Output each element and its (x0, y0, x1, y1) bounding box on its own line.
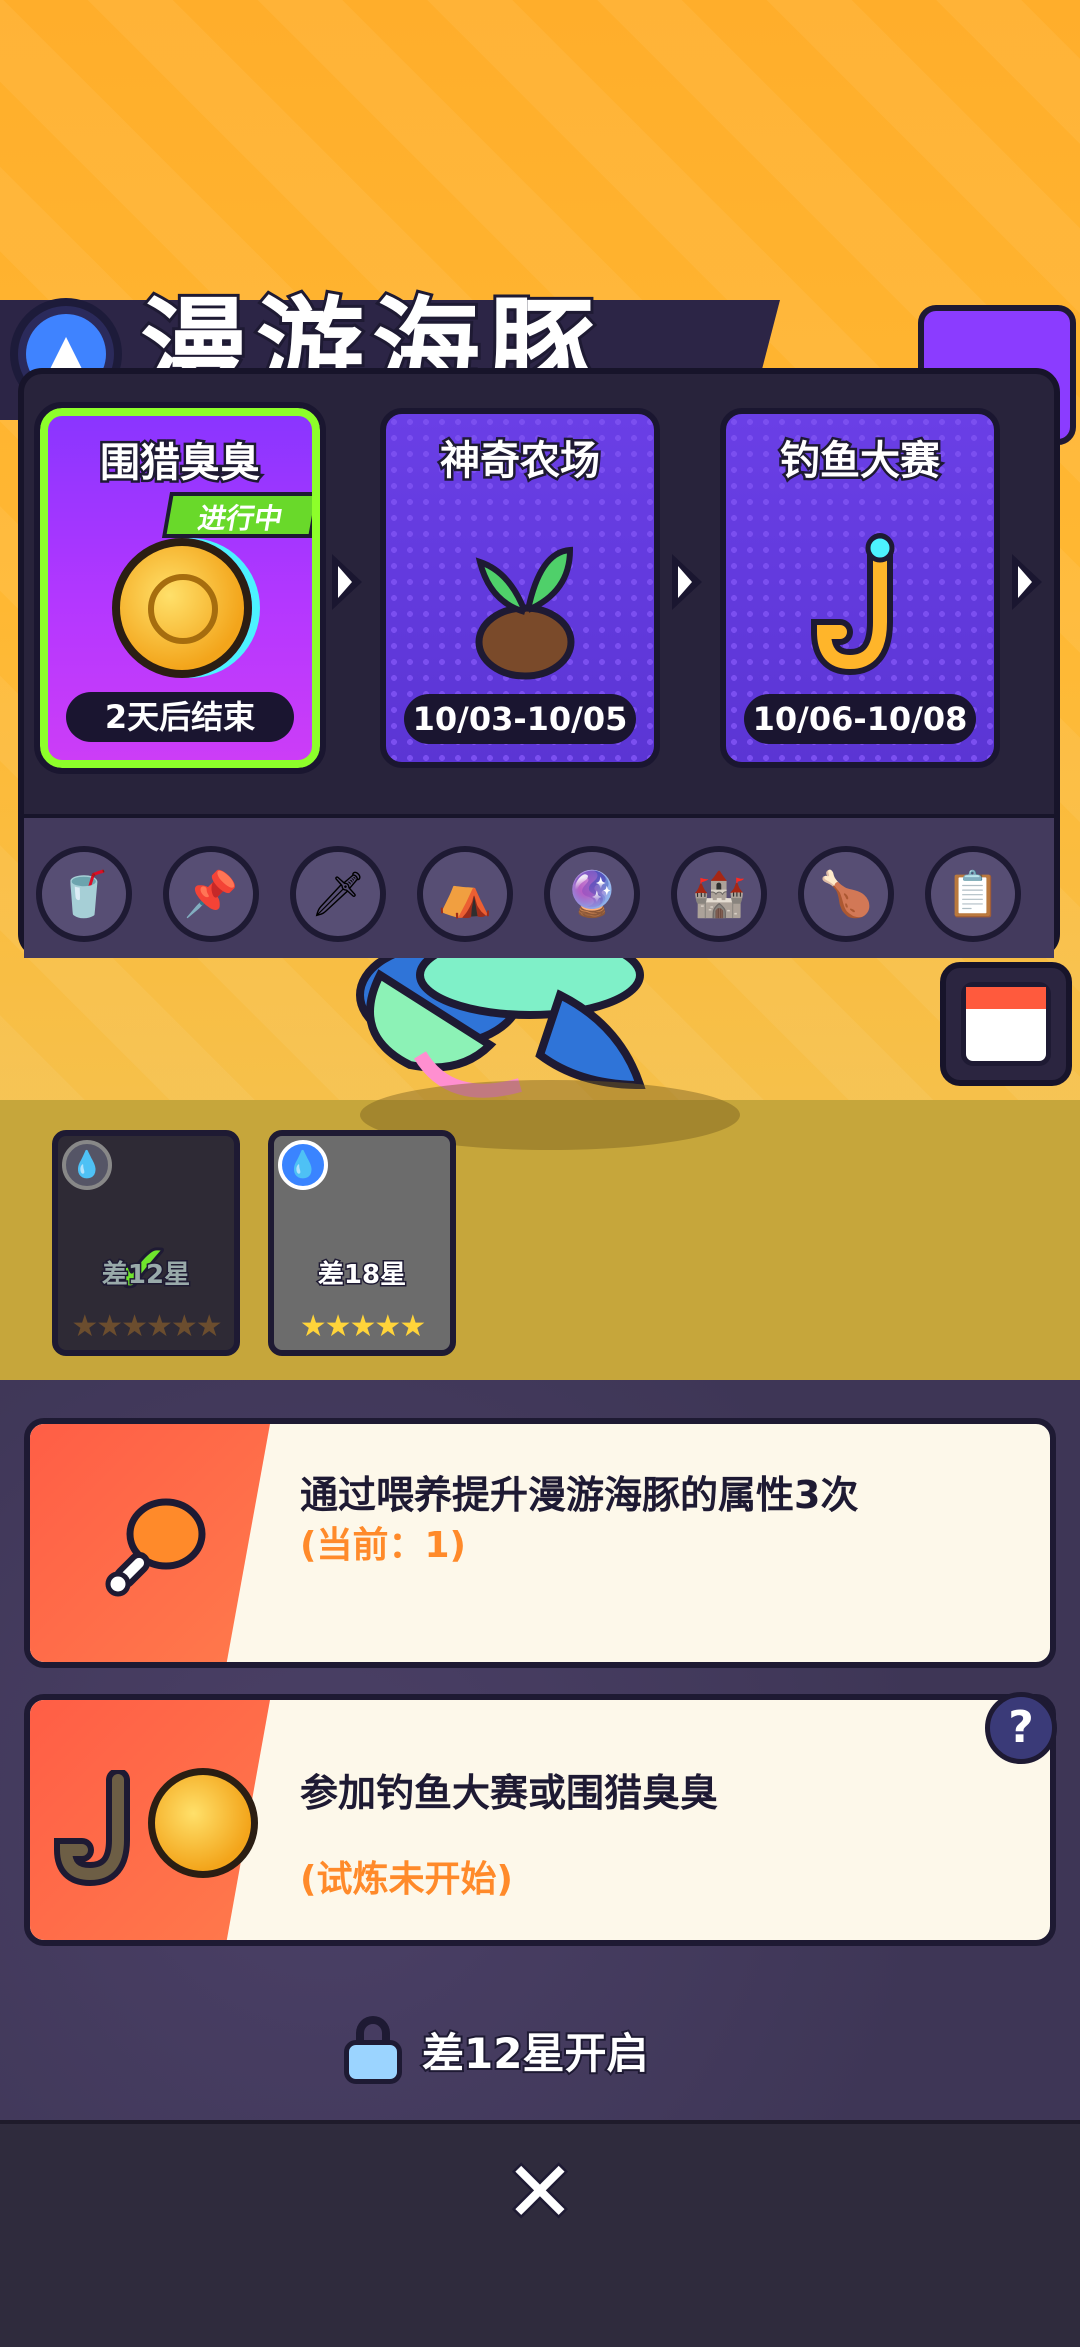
task-status: (试炼未开始) (300, 1859, 513, 1900)
drumstick-icon (105, 1498, 206, 1597)
arrow-right-icon (1012, 554, 1042, 610)
star-rating: ★★★★★★ (71, 1309, 222, 1344)
task-description: 参加钓鱼大赛或围猎臭臭 (300, 1771, 719, 1815)
clipboard-check-icon[interactable]: 📋 (925, 846, 1021, 942)
event-title: 钓鱼大赛 (778, 436, 943, 487)
drumstick-icon[interactable]: 🍗 (798, 846, 894, 942)
water-drop-icon: 💧 (278, 1140, 328, 1190)
unlock-requirement: 差12星开启 (340, 2010, 650, 2090)
energy-drink-icon[interactable]: 🥤 (36, 846, 132, 942)
pet-card-0[interactable]: 💧 ✔ 差12星 ★★★★★★ (52, 1130, 240, 1356)
help-button[interactable]: ? (985, 1692, 1057, 1764)
arrow-right-icon (672, 554, 702, 610)
sword-icon[interactable]: 🗡 (290, 846, 386, 942)
fishing-hook-icon (810, 533, 895, 676)
event-panel: 围猎臭臭 进行中 2天后结束 神奇农场 10/03-10/05 钓鱼大赛 10/… (18, 368, 1060, 958)
fishing-hook-icon (53, 1770, 130, 1887)
task-progress: (当前：1) (300, 1525, 466, 1566)
event-card-1[interactable]: 神奇农场 10/03-10/05 (380, 408, 660, 768)
tent-icon[interactable]: ⛺ (417, 846, 513, 942)
close-button[interactable]: ✕ (498, 2141, 582, 2244)
calendar-button[interactable] (940, 962, 1072, 1086)
arrow-right-icon (332, 554, 362, 610)
star-rating: ★★★★★ (299, 1309, 426, 1344)
coin-icon (148, 1768, 258, 1878)
pet-star-requirement: 差18星 (316, 1259, 407, 1292)
event-date: 10/06-10/08 (744, 694, 976, 744)
event-title: 神奇农场 (438, 436, 603, 487)
pet-star-requirement: 差12星 (100, 1259, 191, 1292)
water-drop-icon: 💧 (62, 1140, 112, 1190)
orb-icon[interactable]: 🔮 (544, 846, 640, 942)
activity-icon-strip: 🥤 📌 🗡 ⛺ 🔮 🏰 🍗 📋 (24, 814, 1054, 958)
status-badge: 进行中 (161, 492, 312, 538)
unlock-text: 差12星开启 (420, 2027, 650, 2080)
calendar-icon (961, 982, 1051, 1066)
event-card-2[interactable]: 钓鱼大赛 10/06-10/08 (720, 408, 1000, 768)
sprout-icon (475, 546, 575, 680)
pet-card-1[interactable]: 💧 差18星 ★★★★★ (268, 1130, 456, 1356)
event-date: 10/03-10/05 (404, 694, 636, 744)
lock-icon (340, 2014, 406, 2086)
event-title: 围猎臭臭 (98, 438, 263, 489)
task-card-1: 参加钓鱼大赛或围猎臭臭 (试炼未开始) (24, 1694, 1056, 1946)
event-cards: 围猎臭臭 进行中 2天后结束 神奇农场 10/03-10/05 钓鱼大赛 10/… (34, 394, 1050, 774)
task-description: 通过喂养提升漫游海豚的属性3次 (300, 1473, 859, 1517)
castle-icon[interactable]: 🏰 (671, 846, 767, 942)
pin-icon[interactable]: 📌 (163, 846, 259, 942)
event-date: 2天后结束 (66, 692, 294, 742)
task-card-0: 通过喂养提升漫游海豚的属性3次 (当前：1) (24, 1418, 1056, 1668)
event-card-0[interactable]: 围猎臭臭 进行中 2天后结束 (34, 402, 326, 774)
page-title: 漫游海豚 (140, 284, 605, 382)
coin-icon (112, 538, 252, 678)
